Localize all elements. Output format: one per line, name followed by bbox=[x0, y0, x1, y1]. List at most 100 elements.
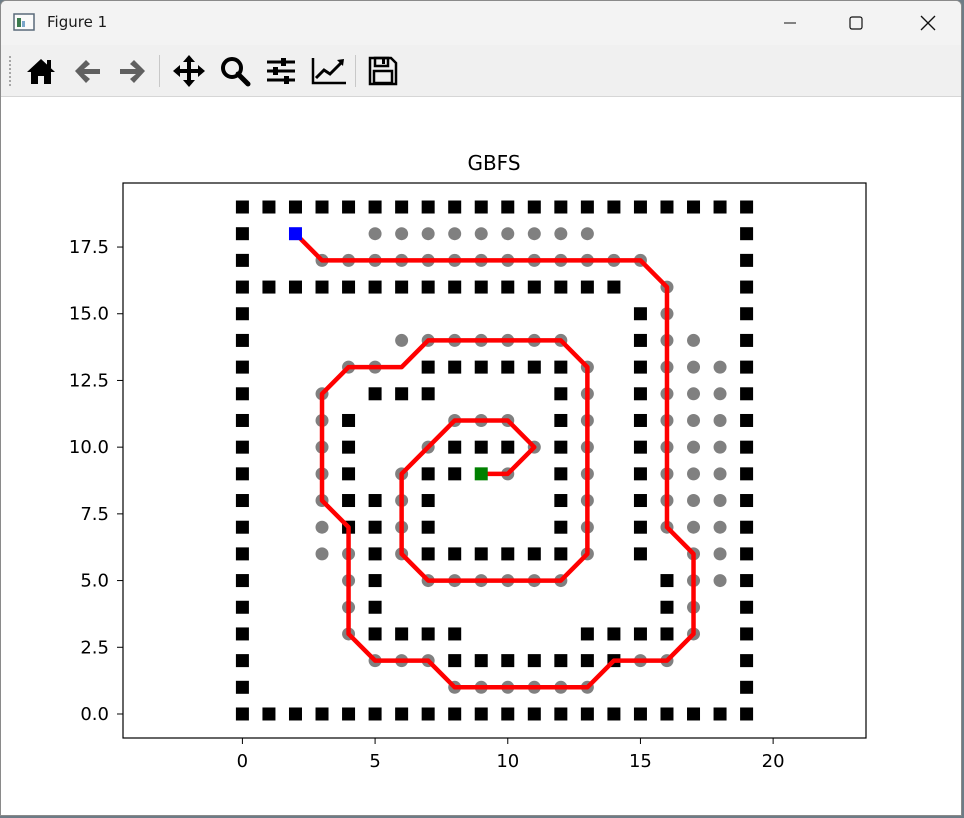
obstacle-marker bbox=[633, 547, 647, 561]
y-tick-label: 7.5 bbox=[80, 504, 109, 525]
obstacle-marker bbox=[235, 467, 249, 481]
obstacle-marker bbox=[235, 280, 249, 294]
obstacle-marker bbox=[448, 707, 462, 721]
obstacle-marker bbox=[633, 520, 647, 534]
x-tick-label: 0 bbox=[237, 751, 248, 772]
close-icon bbox=[920, 15, 936, 31]
y-tick-label: 2.5 bbox=[80, 637, 109, 658]
obstacle-marker bbox=[740, 627, 754, 641]
obstacle-marker bbox=[580, 200, 594, 214]
visited-node-marker bbox=[687, 333, 701, 347]
obstacle-marker bbox=[501, 280, 515, 294]
obstacle-marker bbox=[740, 253, 754, 267]
obstacle-marker bbox=[554, 707, 568, 721]
obstacle-marker bbox=[235, 253, 249, 267]
back-button[interactable] bbox=[69, 53, 105, 89]
figure-canvas[interactable]: GBFS 0 5 10 15 20 0.0 2.5 5.0 7.5 10.0 12.5 15.0 17.… bbox=[1, 96, 962, 816]
obstacle-marker bbox=[448, 467, 462, 481]
obstacle-marker bbox=[421, 707, 435, 721]
obstacle-marker bbox=[740, 413, 754, 427]
obstacle-marker bbox=[633, 627, 647, 641]
obstacle-marker bbox=[554, 413, 568, 427]
obstacle-marker bbox=[633, 413, 647, 427]
obstacle-marker bbox=[315, 707, 329, 721]
chart-title: GBFS bbox=[467, 151, 520, 175]
maximize-icon bbox=[849, 16, 863, 30]
maximize-button[interactable] bbox=[833, 1, 879, 45]
visited-node-marker bbox=[501, 227, 515, 241]
obstacle-marker bbox=[342, 280, 356, 294]
obstacle-marker bbox=[607, 200, 621, 214]
obstacle-marker bbox=[395, 280, 409, 294]
y-tick-label: 0.0 bbox=[80, 704, 109, 725]
obstacle-marker bbox=[633, 494, 647, 508]
obstacle-marker bbox=[740, 227, 754, 241]
pan-button[interactable] bbox=[171, 53, 207, 89]
obstacle-marker bbox=[262, 280, 276, 294]
obstacle-marker bbox=[368, 494, 382, 508]
obstacle-marker bbox=[633, 307, 647, 321]
visited-node-marker bbox=[713, 360, 727, 374]
home-button[interactable] bbox=[23, 53, 59, 89]
obstacle-marker bbox=[342, 440, 356, 454]
obstacle-marker bbox=[580, 654, 594, 668]
save-button[interactable] bbox=[365, 53, 401, 89]
obstacle-marker bbox=[607, 707, 621, 721]
x-tick-label: 20 bbox=[762, 751, 785, 772]
obstacle-marker bbox=[740, 280, 754, 294]
y-tick-label: 15.0 bbox=[69, 304, 109, 325]
obstacle-marker bbox=[740, 360, 754, 374]
obstacle-marker bbox=[421, 387, 435, 401]
obstacle-marker bbox=[235, 574, 249, 588]
obstacle-marker bbox=[421, 520, 435, 534]
forward-button[interactable] bbox=[115, 53, 151, 89]
edit-axes-button[interactable] bbox=[311, 53, 347, 89]
figure-app-icon bbox=[13, 13, 35, 31]
minimize-button[interactable] bbox=[767, 1, 813, 45]
subplots-button[interactable] bbox=[263, 53, 299, 89]
obstacle-marker bbox=[580, 627, 594, 641]
obstacle-marker bbox=[395, 707, 409, 721]
obstacle-marker bbox=[342, 200, 356, 214]
obstacle-marker bbox=[368, 200, 382, 214]
obstacle-marker bbox=[740, 547, 754, 561]
obstacle-marker bbox=[235, 387, 249, 401]
obstacle-marker bbox=[421, 547, 435, 561]
toolbar-grip[interactable] bbox=[8, 55, 12, 87]
obstacle-marker bbox=[740, 467, 754, 481]
obstacle-marker bbox=[448, 280, 462, 294]
visited-node-marker bbox=[448, 227, 462, 241]
obstacle-marker bbox=[395, 387, 409, 401]
obstacle-marker bbox=[633, 387, 647, 401]
obstacle-marker bbox=[607, 627, 621, 641]
save-icon bbox=[368, 56, 398, 86]
close-button[interactable] bbox=[905, 1, 951, 45]
minimize-icon bbox=[784, 22, 796, 24]
obstacle-marker bbox=[448, 547, 462, 561]
obstacle-marker bbox=[740, 387, 754, 401]
visited-node-marker bbox=[421, 227, 435, 241]
obstacle-marker bbox=[554, 467, 568, 481]
title-bar[interactable]: Figure 1 bbox=[1, 1, 961, 45]
zoom-icon bbox=[221, 57, 251, 87]
visited-node-marker bbox=[527, 227, 541, 241]
zoom-button[interactable] bbox=[217, 53, 253, 89]
obstacle-marker bbox=[448, 627, 462, 641]
obstacle-marker bbox=[527, 547, 541, 561]
obstacle-marker bbox=[554, 360, 568, 374]
path-line bbox=[293, 231, 696, 690]
x-tick-label: 15 bbox=[629, 751, 652, 772]
obstacle-marker bbox=[713, 200, 727, 214]
obstacle-marker bbox=[235, 547, 249, 561]
visited-node-marker bbox=[315, 547, 329, 561]
obstacle-marker bbox=[633, 440, 647, 454]
obstacle-marker bbox=[660, 707, 674, 721]
obstacle-marker bbox=[368, 280, 382, 294]
obstacle-marker bbox=[235, 333, 249, 347]
visited-node-marker bbox=[687, 467, 701, 481]
visited-node-marker bbox=[713, 387, 727, 401]
obstacle-marker bbox=[235, 680, 249, 694]
obstacle-marker bbox=[501, 440, 515, 454]
visited-node-marker bbox=[687, 387, 701, 401]
obstacle-marker bbox=[740, 574, 754, 588]
